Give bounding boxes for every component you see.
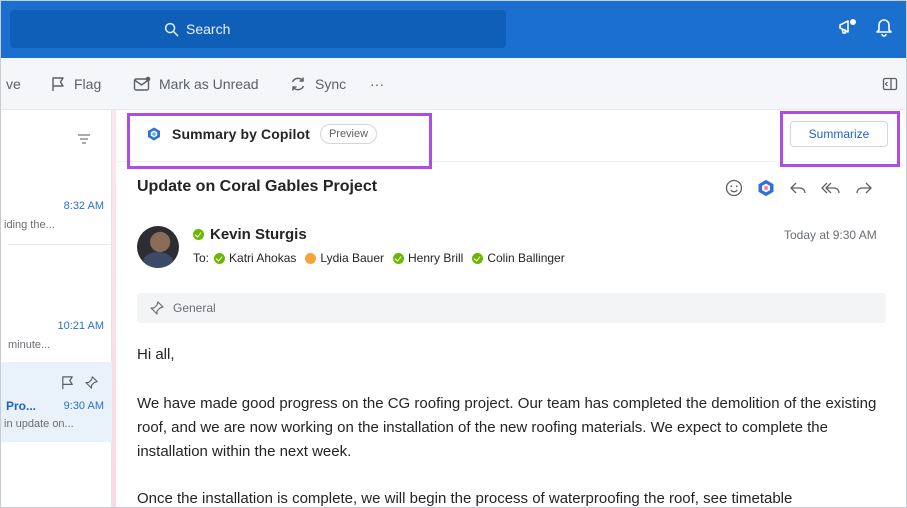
archive-label-partial: ve [6, 76, 21, 92]
email-subject: Update on Coral Gables Project [137, 178, 378, 195]
email-paragraph: We have made good progress on the CG roo… [137, 395, 877, 460]
avatar[interactable] [137, 226, 179, 268]
sync-label: Sync [315, 76, 347, 92]
message-preview: iding the... [4, 219, 55, 231]
reply-icon[interactable] [788, 179, 808, 197]
recipients-line: To: Katri Ahokas Lydia Bauer Henry Brill… [193, 251, 569, 265]
message-time: 8:32 AM [63, 200, 104, 212]
search-icon [164, 22, 179, 36]
tag-icon [150, 301, 164, 315]
mail-icon [133, 76, 151, 91]
message-time: 10:21 AM [57, 320, 104, 332]
message-preview: in update on... [4, 418, 74, 430]
presence-available-icon [393, 252, 404, 264]
summarize-button[interactable]: Summarize [790, 121, 888, 147]
message-preview: minute... [8, 339, 51, 351]
forward-icon[interactable] [854, 179, 874, 197]
sync-icon [291, 77, 305, 91]
recipient[interactable]: Katri Ahokas [214, 251, 296, 265]
received-time: Today at 9:30 AM [784, 228, 877, 242]
copilot-icon[interactable] [756, 178, 776, 198]
more-button[interactable]: ··· [370, 58, 384, 110]
filter-icon[interactable] [76, 132, 92, 146]
mark-unread-button[interactable]: Mark as Unread [133, 58, 259, 110]
email-actions [724, 178, 874, 198]
list-item-selected[interactable]: Pro... 9:30 AM in update on... [0, 362, 112, 442]
recipient[interactable]: Henry Brill [393, 251, 463, 265]
search-content: Search [164, 10, 230, 48]
flag-button[interactable]: Flag [50, 58, 101, 110]
copilot-icon [148, 127, 160, 141]
presence-available-icon [214, 252, 226, 264]
search-box[interactable]: Search [10, 10, 506, 48]
copilot-summary-header: Summary by Copilot Preview [146, 122, 378, 146]
message-list: 8:32 AM iding the... 10:21 AM minute... … [0, 110, 112, 508]
presence-available-icon [193, 229, 204, 240]
sync-button[interactable]: Sync [289, 58, 346, 110]
reading-pane-icon [882, 77, 898, 91]
recipient-name: Katri Ahokas [229, 251, 297, 265]
presence-away-icon [305, 252, 317, 264]
preview-badge: Preview [319, 124, 378, 144]
top-header-bar: Search [0, 0, 907, 58]
sender-name[interactable]: Kevin Sturgis [210, 226, 307, 243]
archive-button-partial[interactable]: ve [6, 58, 21, 110]
flag-label: Flag [74, 76, 102, 92]
megaphone-icon[interactable] [837, 17, 859, 37]
pin-icon[interactable] [84, 375, 99, 390]
message-sender: Pro... [6, 399, 37, 413]
flag-icon[interactable] [60, 375, 75, 390]
reply-all-icon[interactable] [820, 179, 842, 197]
category-banner[interactable]: General [137, 293, 886, 323]
sender-line: Kevin Sturgis [193, 226, 307, 243]
more-icon: ··· [370, 76, 384, 92]
mark-unread-label: Mark as Unread [159, 76, 259, 92]
recipient[interactable]: Lydia Bauer [305, 251, 384, 265]
selection-accent [112, 110, 116, 508]
command-bar: ve Flag Mark as Unread Sync ··· [0, 58, 907, 110]
recipient-name: Lydia Bauer [320, 251, 384, 265]
recipient-name: Henry Brill [408, 251, 464, 265]
email-paragraph: Once the installation is complete, we wi… [137, 490, 793, 507]
presence-available-icon [472, 252, 484, 264]
flag-icon [52, 77, 64, 91]
search-placeholder: Search [186, 21, 231, 37]
divider [8, 244, 112, 245]
category-label: General [173, 301, 216, 315]
top-icons [837, 17, 893, 37]
emoji-icon[interactable] [724, 178, 744, 198]
reading-pane-button[interactable] [882, 58, 898, 110]
to-label: To: [193, 251, 210, 265]
bell-icon[interactable] [875, 17, 893, 37]
copilot-summary-title: Summary by Copilot [172, 126, 310, 142]
recipient-name: Colin Ballinger [487, 251, 565, 265]
message-time: 9:30 AM [63, 400, 104, 412]
recipient[interactable]: Colin Ballinger [472, 251, 565, 265]
email-greeting: Hi all, [137, 346, 175, 363]
